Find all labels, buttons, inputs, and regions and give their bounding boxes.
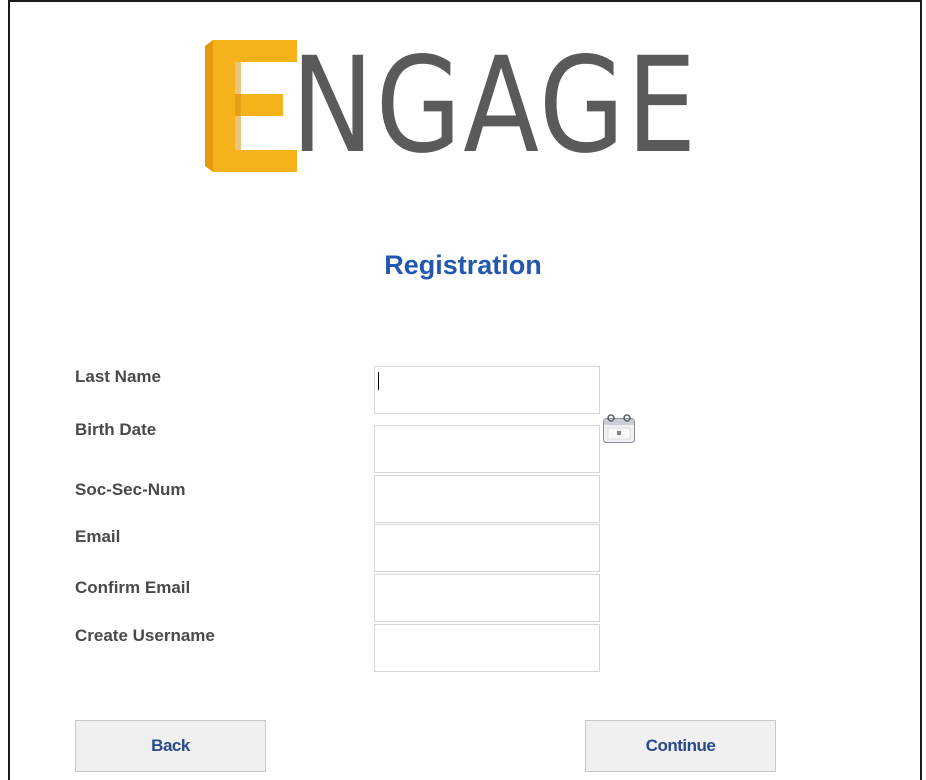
birth-date-label: Birth Date: [75, 420, 157, 439]
soc-sec-num-field[interactable]: [374, 475, 600, 523]
birth-date-field[interactable]: [374, 425, 600, 473]
last-name-label: Last Name: [75, 367, 161, 386]
page-title: Registration: [384, 250, 542, 280]
text-cursor: [378, 372, 379, 390]
create-username-label: Create Username: [75, 626, 215, 645]
soc-sec-num-label: Soc-Sec-Num: [75, 480, 186, 499]
confirm-email-field[interactable]: [374, 574, 600, 622]
email-field[interactable]: [374, 524, 600, 572]
create-username-field[interactable]: [374, 624, 600, 672]
last-name-field[interactable]: [374, 366, 600, 414]
calendar-icon[interactable]: [602, 414, 636, 444]
email-label: Email: [75, 527, 121, 546]
logo-e-glyph: [205, 40, 297, 172]
back-button[interactable]: Back: [75, 720, 266, 772]
confirm-email-label: Confirm Email: [75, 578, 191, 597]
engage-logo: NGAGE: [205, 40, 765, 190]
logo-text: NGAGE: [291, 29, 699, 183]
continue-button[interactable]: Continue: [585, 720, 776, 772]
